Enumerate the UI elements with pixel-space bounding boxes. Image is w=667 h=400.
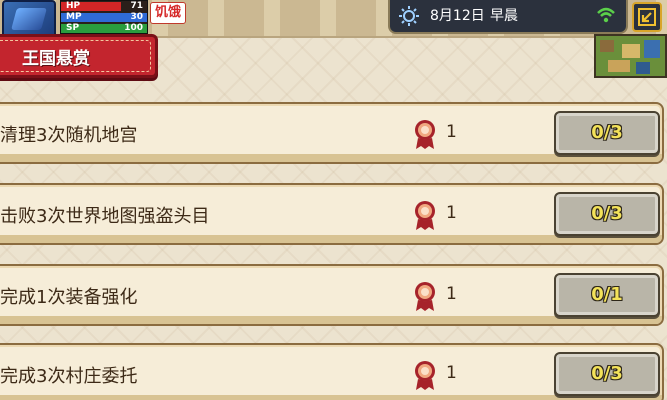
quest-name: 清理3次随机地宫 <box>0 125 138 146</box>
quest-progress-button[interactable]: 0/3 <box>554 192 660 236</box>
medal-icon <box>415 201 435 230</box>
hp-row: HP 71 <box>61 1 147 12</box>
date-label: 8月12日 <box>430 8 485 24</box>
sun-icon <box>399 6 419 26</box>
reward-count: 1 <box>446 284 457 304</box>
quest-name: 完成1次装备强化 <box>0 287 138 308</box>
quest-progress-button[interactable]: 0/3 <box>554 111 660 155</box>
panel-title: 王国悬赏 <box>22 49 90 69</box>
hp-label: HP <box>66 1 81 11</box>
quest-progress-label: 0/3 <box>591 203 623 224</box>
quest-row: 清理3次随机地宫 1 0/3 <box>0 102 664 164</box>
quest-progress-label: 0/3 <box>591 363 623 384</box>
mp-value: 30 <box>130 12 143 22</box>
time-of-day-label: 早晨 <box>490 8 518 24</box>
wifi-icon <box>597 7 615 23</box>
reward-count: 1 <box>446 363 457 383</box>
hp-value: 71 <box>130 1 143 11</box>
mp-label: MP <box>66 12 82 22</box>
quest-progress-button[interactable]: 0/3 <box>554 352 660 396</box>
hero-portrait[interactable] <box>2 0 56 38</box>
quest-row: 完成3次村庄委托 1 0/3 <box>0 343 664 400</box>
sp-label: SP <box>66 23 80 33</box>
medal-icon <box>415 282 435 311</box>
exit-button[interactable] <box>632 2 662 32</box>
quest-row: 击败3次世界地图强盗头目 1 0/3 <box>0 183 664 245</box>
exit-arrow-icon <box>638 8 656 26</box>
medal-icon <box>415 120 435 149</box>
stats-panel: HP 71 MP 30 SP 100 <box>60 0 148 34</box>
medal-icon <box>415 361 435 390</box>
quest-row: 完成1次装备强化 1 0/1 <box>0 264 664 326</box>
quest-progress-button[interactable]: 0/1 <box>554 273 660 317</box>
panel-title-banner: 王国悬赏 <box>0 34 158 78</box>
mp-row: MP 30 <box>61 12 147 23</box>
quest-progress-label: 0/3 <box>591 122 623 143</box>
hunger-status-badge: 饥饿 <box>150 2 186 24</box>
quest-name: 击败3次世界地图强盗头目 <box>0 206 210 227</box>
quest-name: 完成3次村庄委托 <box>0 366 138 387</box>
sp-row: SP 100 <box>61 23 147 34</box>
minimap[interactable] <box>594 34 667 78</box>
sp-value: 100 <box>124 23 143 33</box>
quest-progress-label: 0/1 <box>591 284 623 305</box>
reward-count: 1 <box>446 122 457 142</box>
reward-count: 1 <box>446 203 457 223</box>
date-time-panel: 8月12日 早晨 <box>388 0 628 34</box>
